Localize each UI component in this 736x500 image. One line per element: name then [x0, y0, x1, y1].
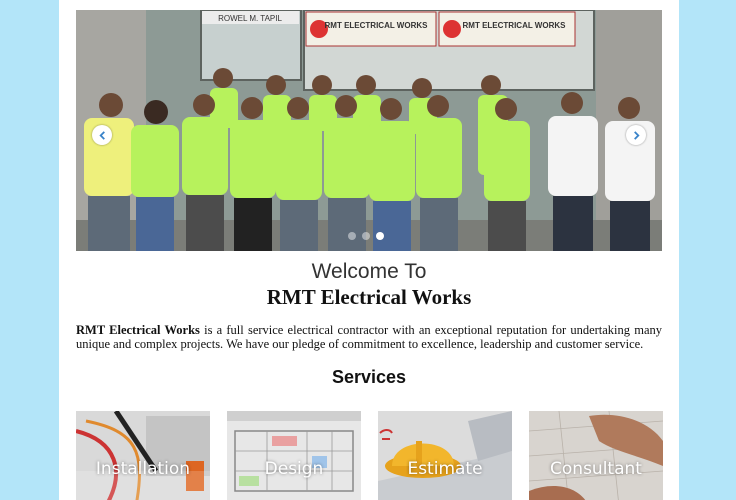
service-label-installation: Installation: [95, 459, 191, 479]
estimate-image: [378, 411, 512, 500]
sign-rowel: ROWEL M. TAPIL: [218, 14, 282, 23]
team-photo: ROWEL M. TAPIL RMT ELECTRICAL WORKS RMT …: [76, 10, 662, 251]
page-container: ROWEL M. TAPIL RMT ELECTRICAL WORKS RMT …: [59, 0, 679, 500]
service-label-design: Design: [264, 459, 324, 479]
intro-paragraph: RMT Electrical Works is a full service e…: [76, 323, 662, 351]
service-consultant[interactable]: Consultant: [529, 411, 663, 500]
service-design[interactable]: Design: [227, 411, 361, 500]
company-title: RMT Electrical Works: [266, 285, 472, 309]
chevron-left-icon: [98, 130, 105, 140]
sign-rmt-left: RMT ELECTRICAL WORKS: [325, 21, 429, 30]
chevron-right-icon: [633, 130, 640, 140]
image-slider[interactable]: ROWEL M. TAPIL RMT ELECTRICAL WORKS RMT …: [76, 10, 662, 251]
slider-prev-button[interactable]: [92, 125, 112, 145]
design-image: [227, 411, 361, 500]
consultant-image: [529, 411, 663, 500]
service-estimate[interactable]: Estimate: [378, 411, 512, 500]
slider-dots: [348, 232, 384, 240]
slider-dot-3[interactable]: [376, 232, 384, 240]
service-label-consultant: Consultant: [550, 459, 642, 479]
slider-dot-1[interactable]: [348, 232, 356, 240]
sign-rmt-right: RMT ELECTRICAL WORKS: [463, 21, 567, 30]
services-heading: Services: [331, 367, 407, 387]
installation-image: [76, 411, 210, 500]
service-installation[interactable]: Installation: [76, 411, 210, 500]
service-label-estimate: Estimate: [407, 459, 483, 479]
welcome-heading: Welcome To: [311, 260, 427, 283]
slider-dot-2[interactable]: [362, 232, 370, 240]
slider-next-button[interactable]: [626, 125, 646, 145]
intro-company-name: RMT Electrical Works: [76, 323, 200, 337]
